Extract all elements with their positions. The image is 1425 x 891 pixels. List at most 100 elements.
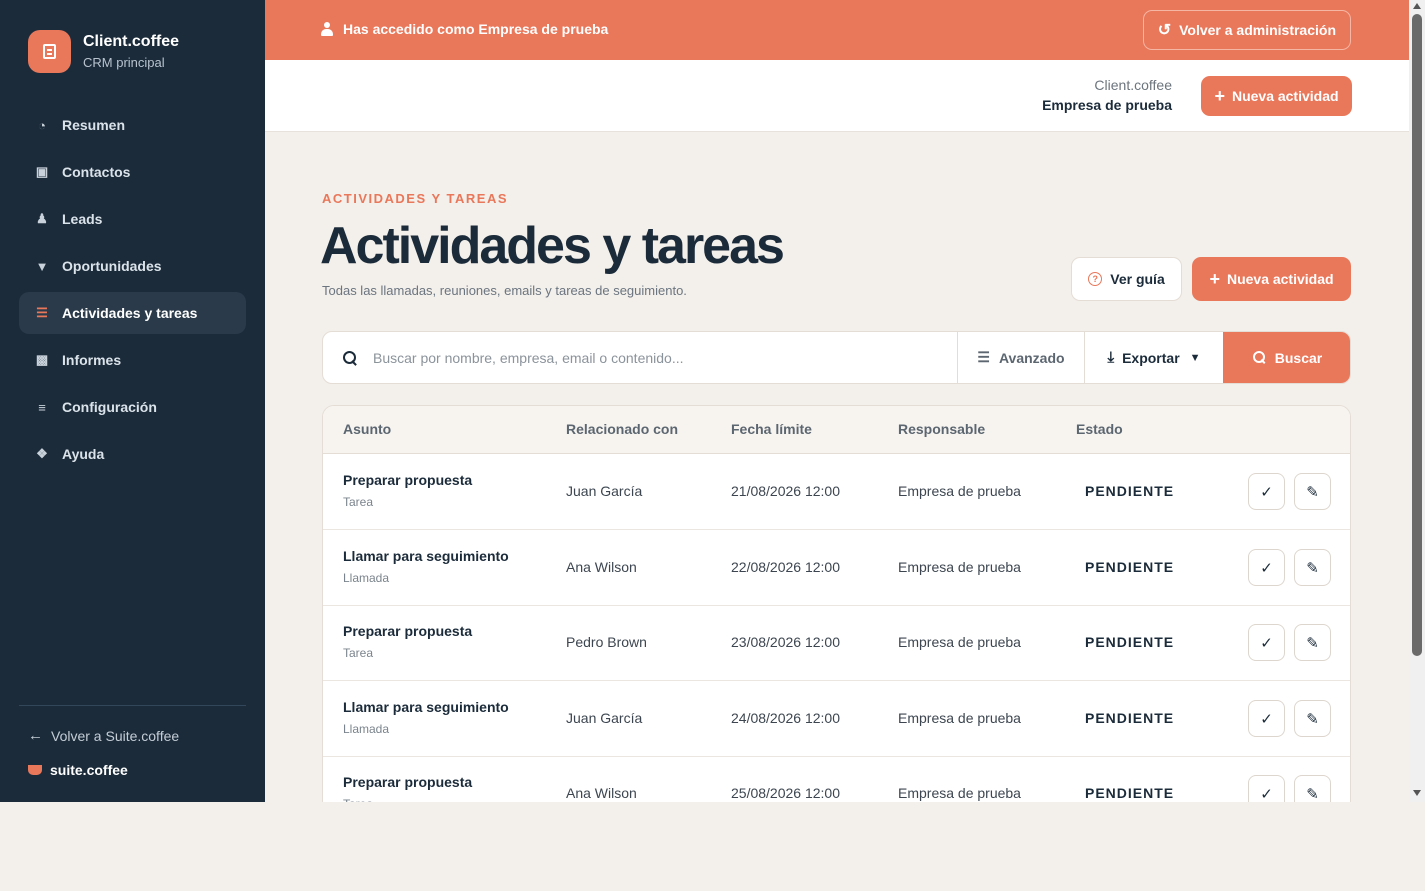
sidebar-item-ayuda[interactable]: ❖ Ayuda (19, 433, 246, 475)
row-type: Tarea (343, 797, 373, 802)
new-activity-button[interactable]: + Nueva actividad (1192, 257, 1351, 301)
row-owner: Empresa de prueba (898, 634, 1021, 650)
company-info: Client.coffee Empresa de prueba (1042, 77, 1172, 113)
export-label: Exportar (1122, 349, 1180, 366)
search-button-label: Buscar (1274, 349, 1323, 366)
sidebar-item-contactos[interactable]: ▣ Contactos (19, 151, 246, 193)
impersonation-text: Has accedido como Empresa de prueba (343, 21, 609, 37)
search-icon (1252, 351, 1266, 364)
edit-button[interactable]: ✎ (1294, 775, 1331, 802)
sidebar-item-oportunidades[interactable]: ▼ Oportunidades (19, 245, 246, 287)
sidebar-item-leads[interactable]: ♟ Leads (19, 198, 246, 240)
table-row[interactable]: Llamar para seguimiento Llamada Ana Wils… (323, 530, 1350, 606)
status-badge: PENDIENTE (1085, 785, 1175, 801)
scroll-up-arrow-icon[interactable] (1413, 3, 1421, 9)
edit-button[interactable]: ✎ (1294, 473, 1331, 510)
pencil-icon: ✎ (1306, 483, 1319, 501)
row-owner: Empresa de prueba (898, 710, 1021, 726)
back-to-admin-label: Volver a administración (1179, 22, 1336, 38)
row-due-date: 21/08/2026 12:00 (731, 483, 840, 499)
header-new-activity-button[interactable]: + Nueva actividad (1201, 76, 1352, 116)
table-row[interactable]: Llamar para seguimiento Llamada Juan Gar… (323, 681, 1350, 757)
check-icon: ✓ (1260, 483, 1273, 501)
status-badge: PENDIENTE (1085, 559, 1175, 575)
advanced-filter-button[interactable]: ☰ Avanzado (957, 332, 1084, 383)
sidebar-item-resumen[interactable]: ◔ Resumen (19, 104, 246, 146)
row-type: Tarea (343, 646, 374, 660)
row-subject[interactable]: Preparar propuesta (343, 623, 472, 639)
tasks-list-icon: ☰ (36, 305, 48, 320)
sidebar-item-label: Leads (62, 211, 103, 227)
brand[interactable]: Client.coffee CRM principal (28, 30, 179, 73)
scrollbar-thumb[interactable] (1412, 14, 1422, 656)
activities-table: Asunto Relacionado con Fecha límite Resp… (322, 405, 1351, 802)
row-type: Llamada (343, 571, 390, 585)
column-header-due-date[interactable]: Fecha límite (731, 421, 812, 437)
row-owner: Empresa de prueba (898, 785, 1021, 801)
back-to-suite-link[interactable]: ← Volver a Suite.coffee (28, 727, 179, 744)
brand-subtitle: CRM principal (83, 55, 165, 70)
column-header-status[interactable]: Estado (1076, 421, 1123, 437)
row-related: Juan García (566, 710, 643, 726)
complete-button[interactable]: ✓ (1248, 473, 1285, 510)
scroll-down-arrow-icon[interactable] (1413, 790, 1421, 796)
sidebar-item-actividades[interactable]: ☰ Actividades y tareas (19, 292, 246, 334)
undo-icon: ↺ (1157, 22, 1172, 39)
search-button[interactable]: Buscar (1223, 332, 1350, 383)
back-to-admin-button[interactable]: ↺ Volver a administración (1142, 10, 1351, 50)
sidebar-item-label: Actividades y tareas (62, 305, 198, 321)
lifebuoy-icon: ❖ (36, 446, 48, 461)
row-subject[interactable]: Llamar para seguimiento (343, 548, 509, 564)
plus-icon: + (1214, 85, 1225, 106)
pencil-icon: ✎ (1306, 559, 1319, 577)
complete-button[interactable]: ✓ (1248, 624, 1285, 661)
check-icon: ✓ (1260, 559, 1273, 577)
sidebar: Client.coffee CRM principal ◔ Resumen ▣ … (0, 0, 265, 802)
column-header-related[interactable]: Relacionado con (566, 421, 678, 437)
row-due-date: 24/08/2026 12:00 (731, 710, 840, 726)
new-activity-label: Nueva actividad (1226, 271, 1334, 287)
edit-button[interactable]: ✎ (1294, 700, 1331, 737)
page-scrollbar[interactable] (1409, 0, 1425, 802)
table-row[interactable]: Preparar propuesta Tarea Ana Wilson 25/0… (323, 756, 1350, 802)
pencil-icon: ✎ (1306, 710, 1319, 728)
table-row[interactable]: Preparar propuesta Tarea Juan García 21/… (323, 454, 1350, 530)
view-guide-button[interactable]: ? Ver guía (1071, 257, 1182, 301)
search-bar: ☰ Avanzado ⤓ Exportar ▼ Buscar (322, 331, 1351, 384)
user-icon (321, 22, 333, 36)
complete-button[interactable]: ✓ (1248, 549, 1285, 586)
suite-logo[interactable]: suite.coffee (28, 762, 128, 778)
row-type: Llamada (343, 722, 390, 736)
impersonation-banner: Has accedido como Empresa de prueba ↺ Vo… (265, 0, 1409, 60)
sidebar-item-informes[interactable]: ▩ Informes (19, 339, 246, 381)
funnel-icon: ▼ (35, 258, 49, 274)
coffee-cup-icon (28, 765, 42, 775)
suite-label: suite.coffee (50, 762, 128, 778)
column-header-subject[interactable]: Asunto (343, 421, 391, 437)
complete-button[interactable]: ✓ (1248, 775, 1285, 802)
user-plus-icon: ♟ (36, 211, 48, 226)
export-dropdown-button[interactable]: ⤓ Exportar ▼ (1084, 332, 1223, 383)
back-to-suite-label: Volver a Suite.coffee (51, 727, 180, 744)
column-header-owner[interactable]: Responsable (898, 421, 985, 437)
row-subject[interactable]: Preparar propuesta (343, 774, 472, 790)
search-input[interactable] (373, 349, 933, 366)
row-subject[interactable]: Llamar para seguimiento (343, 699, 509, 715)
edit-button[interactable]: ✎ (1294, 549, 1331, 586)
sidebar-item-label: Ayuda (62, 446, 105, 462)
row-due-date: 25/08/2026 12:00 (731, 785, 840, 801)
edit-button[interactable]: ✎ (1294, 624, 1331, 661)
page-eyebrow: ACTIVIDADES Y TAREAS (322, 191, 509, 206)
complete-button[interactable]: ✓ (1248, 700, 1285, 737)
status-badge: PENDIENTE (1085, 483, 1175, 499)
brand-logo-icon (28, 30, 71, 73)
sidebar-item-label: Informes (62, 352, 122, 368)
table-row[interactable]: Preparar propuesta Tarea Pedro Brown 23/… (323, 605, 1350, 681)
sidebar-item-configuracion[interactable]: ≡ Configuración (19, 386, 246, 428)
row-type: Tarea (343, 495, 374, 509)
row-related: Ana Wilson (566, 559, 637, 575)
sidebar-divider (19, 705, 246, 706)
pencil-icon: ✎ (1306, 634, 1319, 652)
row-subject[interactable]: Preparar propuesta (343, 472, 472, 488)
page-subtitle: Todas las llamadas, reuniones, emails y … (322, 283, 687, 298)
